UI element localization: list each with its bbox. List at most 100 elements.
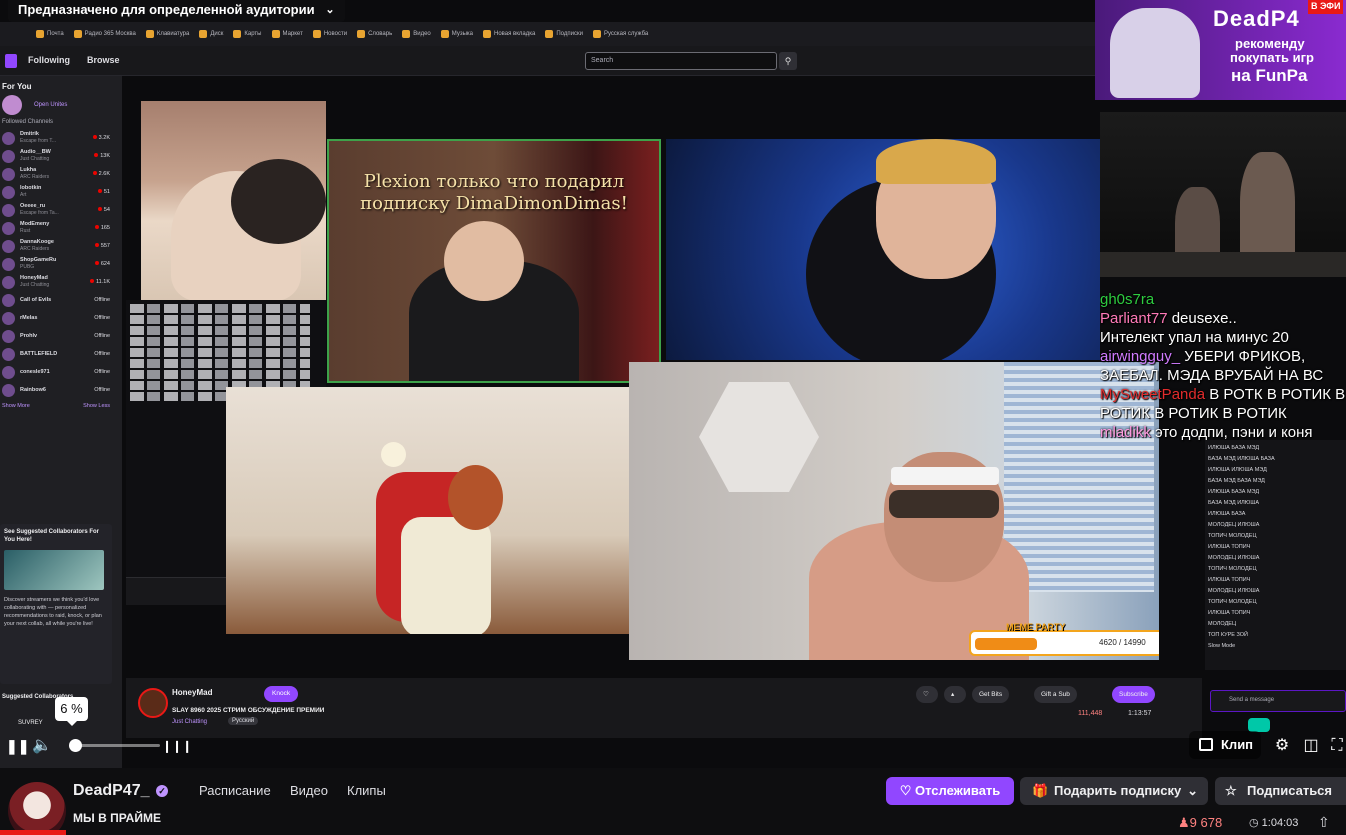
bookmark-icon bbox=[440, 30, 449, 38]
captured-bookmark: Словарь bbox=[357, 30, 392, 38]
gift-icon: 🎁 bbox=[1032, 783, 1049, 798]
camera-feed-3 bbox=[666, 139, 1100, 360]
chat-line: ТОПИЧ МОЛОДЕЦ bbox=[1208, 533, 1257, 539]
bookmark-icon bbox=[145, 30, 154, 38]
audience-dropdown[interactable]: Предназначено для определенной аудитории… bbox=[8, 0, 345, 22]
tab-videos[interactable]: Видео bbox=[290, 783, 328, 798]
bookmark-icon bbox=[545, 30, 554, 38]
captured-uptime: 1:13:57 bbox=[1128, 710, 1152, 717]
subscribe-button[interactable]: ☆ Подписаться bbox=[1215, 777, 1346, 805]
settings-gear-icon[interactable]: ⚙ bbox=[1271, 735, 1293, 757]
chat-line: ИЛЮША БАЗА МЭД bbox=[1208, 445, 1260, 451]
avatar bbox=[2, 347, 15, 361]
live-dot-icon bbox=[94, 243, 99, 247]
avatar bbox=[2, 257, 15, 271]
captured-knock-button: Knock bbox=[264, 686, 299, 702]
chat-line: ИЛЮША ТОПИЧ bbox=[1208, 544, 1251, 550]
volume-tooltip: 6 % bbox=[55, 697, 88, 726]
emote-row bbox=[130, 348, 310, 357]
channel-name[interactable]: DeadP47_ bbox=[73, 782, 150, 800]
captured-get-bits-button: Get Bits bbox=[972, 686, 1010, 703]
captured-sidebar-channel: Dmitrik Escape from T... 3.2K bbox=[0, 129, 122, 147]
captured-nav-browse: Browse bbox=[87, 55, 120, 65]
captured-bookmark: Маркет bbox=[271, 30, 303, 38]
captured-bookmark: Почта bbox=[36, 30, 64, 38]
share-icon[interactable]: ⇧ bbox=[1318, 814, 1330, 831]
theatre-mode-icon[interactable]: ◫ bbox=[1301, 735, 1321, 757]
live-dot-icon bbox=[92, 135, 97, 139]
captured-category: Just Chatting bbox=[172, 719, 208, 725]
captured-open-unites: Open Unites bbox=[0, 91, 122, 115]
captured-sidebar-channel: BATTLEFIELD Offline bbox=[0, 345, 122, 363]
tab-schedule[interactable]: Расписание bbox=[199, 783, 271, 798]
captured-sidebar-channel: HoneyMad Just Chatting 11.1K bbox=[0, 273, 122, 291]
avatar bbox=[2, 221, 15, 235]
captured-channel-avatar bbox=[138, 688, 168, 718]
captured-sidebar-channel: Rainbow6 Offline bbox=[0, 381, 122, 399]
gift-subscription-button[interactable]: 🎁 Подарить подписку ⌄ bbox=[1020, 777, 1208, 805]
captured-sidebar-channel: Call of Evils Offline bbox=[0, 291, 122, 309]
chat-line: МОЛОДЕЦ ИЛЮША bbox=[1208, 555, 1260, 561]
captured-sidebar: For You Open Unites Followed Channels Dm… bbox=[0, 76, 122, 768]
chat-message: Интелект упал на минус 20 bbox=[1100, 329, 1289, 346]
emote-row bbox=[130, 370, 310, 379]
emote-row bbox=[130, 304, 310, 313]
clock-icon: ◷ bbox=[1249, 817, 1259, 829]
audio-levels-icon[interactable]: ❙❙❙ bbox=[162, 735, 192, 757]
captured-stream-info: HoneyMad Knock SLAY 8960 2025 СТРИМ ОБСУ… bbox=[126, 678, 1202, 738]
meme-party-label: MEME PARTY bbox=[1006, 622, 1066, 632]
chat-username: Parliant77 bbox=[1100, 310, 1168, 327]
captured-send-message-input: Send a message bbox=[1210, 690, 1346, 712]
camera-feed-4 bbox=[226, 387, 630, 634]
captured-bookmark: Диск bbox=[199, 30, 223, 38]
chat-line: ТОПИЧ МОЛОДЕЦ bbox=[1208, 566, 1257, 572]
camera-feed-2: Plexion только что подарил подписку Dima… bbox=[327, 139, 661, 383]
live-dot-icon bbox=[92, 171, 97, 175]
captured-sidebar-channel: ShopGameRu PUBG 624 bbox=[0, 255, 122, 273]
tab-clips[interactable]: Клипы bbox=[347, 783, 386, 798]
viewer-count: ♟9 678 bbox=[1178, 815, 1223, 830]
avatar bbox=[2, 365, 15, 379]
fullscreen-icon[interactable]: ⛶ bbox=[1328, 735, 1346, 757]
suggest-preview-image bbox=[4, 550, 104, 590]
bookmark-icon bbox=[271, 30, 280, 38]
chat-line: ИЛЮША ТОПИЧ bbox=[1208, 610, 1251, 616]
heart-icon: ♡ bbox=[899, 783, 912, 798]
avatar bbox=[2, 149, 15, 163]
meme-party-widget: MEME PARTY 4620 / 14990 bbox=[969, 622, 1159, 656]
channel-avatar[interactable] bbox=[8, 782, 66, 835]
captured-stream-title: SLAY 8960 2025 СТРИМ ОБСУЖДЕНИЕ ПРЕМИИ bbox=[172, 707, 325, 714]
captured-sidebar-channel: Prohlv Offline bbox=[0, 327, 122, 345]
bookmark-icon bbox=[357, 30, 366, 38]
captured-viewer-count: 111,448 bbox=[1078, 710, 1103, 717]
live-indicator bbox=[0, 830, 66, 835]
captured-bookmark: Видео bbox=[402, 30, 431, 38]
captured-sidebar-channel: Lukha ARC Raiders 2.6K bbox=[0, 165, 122, 183]
avatar bbox=[2, 275, 15, 289]
captured-search-input: Search bbox=[585, 52, 777, 70]
funpay-ad-overlay: DeadP4 рекоменду покупать игр на FunPa bbox=[1095, 0, 1346, 100]
captured-channel-list: Dmitrik Escape from T... 3.2K Audio__BW Just… bbox=[0, 129, 122, 399]
live-badge: В ЭФИ bbox=[1308, 0, 1344, 14]
volume-slider[interactable] bbox=[70, 744, 160, 747]
chat-line: БАЗА МЭД ИЛЮША БАЗА bbox=[1208, 456, 1275, 462]
captured-suggest-card: See Suggested Collaborators For You Here… bbox=[0, 524, 112, 684]
captured-twitch-topbar: Following Browse Search ⚲ bbox=[0, 46, 1100, 76]
chat-line: Slow Mode bbox=[1208, 643, 1236, 649]
chat-line: МОЛОДЕЦ ИЛЮША bbox=[1208, 522, 1260, 528]
bookmark-icon bbox=[592, 30, 601, 38]
live-dot-icon bbox=[94, 153, 99, 157]
volume-icon[interactable]: 🔈 bbox=[32, 735, 52, 757]
chat-line: ИЛЮША ТОПИЧ bbox=[1208, 577, 1251, 583]
avatar bbox=[2, 383, 15, 397]
bookmark-icon bbox=[402, 30, 411, 38]
star-icon: ☆ bbox=[1225, 783, 1237, 798]
video-player[interactable]: Почта Радио 365 Москва Клавиатура Диск Карты… bbox=[0, 0, 1346, 768]
clip-button[interactable]: Клип bbox=[1189, 731, 1261, 759]
captured-bookmark: Новости bbox=[312, 30, 347, 38]
captured-right-chat: ИЛЮША БАЗА МЭД БАЗА МЭД ИЛЮША БАЗА ИЛЮША И… bbox=[1205, 440, 1346, 670]
pause-icon[interactable]: ❚❚ bbox=[6, 735, 29, 757]
emote-row bbox=[130, 337, 310, 346]
follow-button[interactable]: ♡ Отслеживать bbox=[886, 777, 1014, 805]
twitch-page: Почта Радио 365 Москва Клавиатура Диск Карты… bbox=[0, 0, 1346, 835]
